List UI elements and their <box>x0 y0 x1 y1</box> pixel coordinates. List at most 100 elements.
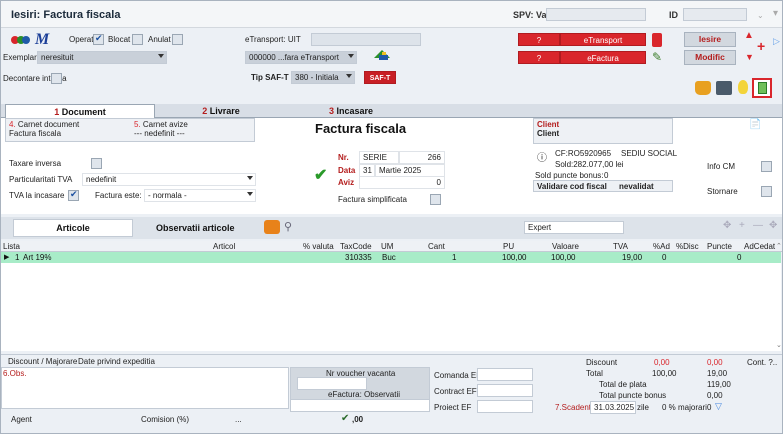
question-badge-1[interactable]: ? <box>518 33 560 46</box>
document-icon[interactable]: 📄 <box>749 119 761 130</box>
pen-icon[interactable]: ✎ <box>652 50 662 64</box>
blocat-checkbox[interactable] <box>132 34 143 45</box>
lightbulb-icon[interactable] <box>738 80 748 94</box>
obs-textarea[interactable] <box>1 367 289 409</box>
info-icon[interactable]: ⓘ <box>537 149 547 164</box>
chevron-down-icon[interactable]: ▽ <box>715 401 722 412</box>
taxare-inversa-checkbox[interactable] <box>91 158 102 169</box>
export-doc-icon[interactable] <box>752 78 772 98</box>
anulat-checkbox[interactable] <box>172 34 183 45</box>
factura-este-value: - normala - <box>148 191 187 200</box>
nr-field[interactable]: 266 <box>399 151 445 164</box>
total-label: Total <box>586 369 603 378</box>
chevron-down-icon <box>346 74 352 78</box>
stornare-checkbox[interactable] <box>761 186 772 197</box>
grid-header: Lista Articol % valuta TaxCode UM Cant P… <box>1 241 782 252</box>
etransport-badge[interactable]: eTransport <box>560 33 646 46</box>
col-valuta[interactable]: % valuta <box>303 242 334 251</box>
expeditie-tab[interactable]: Date privind expeditia <box>78 357 155 366</box>
box-icon[interactable] <box>264 220 280 234</box>
arrow-up-icon[interactable]: ▲ <box>744 30 754 41</box>
col-puncte[interactable]: Puncte <box>707 242 732 251</box>
iesire-button[interactable]: Iesire <box>684 32 736 47</box>
factura-este-select[interactable]: - normala - <box>144 189 256 202</box>
arrow-down-icon[interactable]: ▼ <box>745 52 754 62</box>
tab-document[interactable]: 1 Document <box>5 104 155 118</box>
etransport-uit-field[interactable] <box>311 33 421 46</box>
comanda-ef-field[interactable] <box>477 368 533 381</box>
expert-field[interactable]: Expert <box>524 221 624 234</box>
decontare-checkbox[interactable] <box>51 73 62 84</box>
search-icon[interactable]: ⚲ <box>284 220 292 233</box>
col-disc[interactable]: %Disc <box>676 242 699 251</box>
tab-observatii[interactable]: Observatii articole <box>156 223 235 233</box>
col-ad[interactable]: %Ad <box>653 242 670 251</box>
saft-badge[interactable]: SAF-T <box>364 71 396 84</box>
scroll-down-icon[interactable]: ⌄ <box>776 341 782 349</box>
save-icon[interactable] <box>652 33 662 47</box>
bag-icon[interactable] <box>695 81 711 95</box>
truck-icon[interactable] <box>373 48 391 62</box>
etransport-select[interactable]: 000000 ...fara eTransport <box>245 51 357 64</box>
arrow-right-icon[interactable]: ▷ <box>773 36 780 47</box>
client-label-2: Client <box>537 129 560 138</box>
col-adcedat[interactable]: AdCedat <box>744 242 775 251</box>
tab-livrare[interactable]: 2 Livrare <box>161 104 281 118</box>
info-cm-checkbox[interactable] <box>761 161 772 172</box>
col-cant[interactable]: Cant <box>428 242 445 251</box>
scadenta-field[interactable]: 31.03.2025 <box>590 401 636 414</box>
serie-field[interactable]: SERIE <box>359 151 399 164</box>
id-field[interactable] <box>683 8 747 21</box>
comision-more[interactable]: ... <box>235 415 242 424</box>
modific-button[interactable]: Modific <box>684 50 736 65</box>
carnet-doc-label: Carnet document <box>17 120 80 129</box>
col-pu[interactable]: PU <box>503 242 514 251</box>
row-pointer-icon: ▶ <box>4 254 10 261</box>
factura-este-label: Factura este: <box>95 191 142 200</box>
dropdown-icon[interactable]: ▾ <box>773 8 778 19</box>
carnet-avize-value[interactable]: --- nedefinit --- <box>134 129 185 138</box>
minus-icon[interactable]: — <box>753 220 763 231</box>
spv-field[interactable] <box>546 8 646 21</box>
nevalidat-label: nevalidat <box>619 182 654 191</box>
table-row[interactable]: ▶ 1 Art 19% 310335 Buc 1 100,00 100,00 1… <box>1 252 781 263</box>
col-taxcode[interactable]: TaxCode <box>340 242 372 251</box>
invoice-window: Iesiri: Factura fiscala SPV: Val. ID ⌄ ▾… <box>0 0 783 434</box>
col-um[interactable]: UM <box>381 242 393 251</box>
carnet-doc-value[interactable]: Factura fiscala <box>9 129 61 138</box>
discount-tab[interactable]: Discount / Majorare <box>8 357 77 366</box>
col-valoare[interactable]: Valoare <box>552 242 579 251</box>
exemplar-select[interactable]: neresituit <box>37 51 167 64</box>
proiect-ef-field[interactable] <box>477 400 533 413</box>
move-icon[interactable]: ✥ <box>769 220 777 231</box>
particularitati-select[interactable]: nedefinit <box>82 173 256 186</box>
chevron-down-icon[interactable]: ⌄ <box>757 11 764 20</box>
operat-checkbox[interactable] <box>93 33 104 45</box>
tab-incasare[interactable]: 3 Incasare <box>291 104 411 118</box>
operat-label: Operat <box>69 35 94 44</box>
obs-label: 6.Obs. <box>3 369 27 378</box>
tab-num: 2 <box>202 106 208 116</box>
tva-incasare-checkbox[interactable] <box>68 189 79 201</box>
col-tva[interactable]: TVA <box>613 242 628 251</box>
scroll-up-icon[interactable]: ⌃ <box>776 242 782 250</box>
plus-icon[interactable]: + <box>739 220 745 231</box>
col-lista[interactable]: Lista <box>3 242 20 251</box>
efactura-badge[interactable]: eFactura <box>560 51 646 64</box>
simplificata-checkbox[interactable] <box>430 194 441 205</box>
efactura-obs-field[interactable] <box>290 399 430 412</box>
move-icon[interactable]: ✥ <box>723 220 731 231</box>
cell-tva: 19,00 <box>622 253 643 262</box>
contract-ef-field[interactable] <box>477 384 533 397</box>
plus-icon[interactable]: + <box>757 38 765 54</box>
printer-icon[interactable] <box>716 81 732 95</box>
question-badge-2[interactable]: ? <box>518 51 560 64</box>
voucher-field[interactable] <box>297 377 367 390</box>
tip-saft-value: 380 - Initiala <box>295 73 339 82</box>
aviz-field[interactable]: 0 <box>359 176 445 189</box>
cont-label[interactable]: Cont. ?.. <box>747 358 777 367</box>
tab-articole[interactable]: Articole <box>13 219 133 237</box>
col-articol[interactable]: Articol <box>213 242 235 251</box>
cell-puncte: 0 <box>737 253 742 262</box>
tip-saft-select[interactable]: 380 - Initiala <box>291 71 355 84</box>
